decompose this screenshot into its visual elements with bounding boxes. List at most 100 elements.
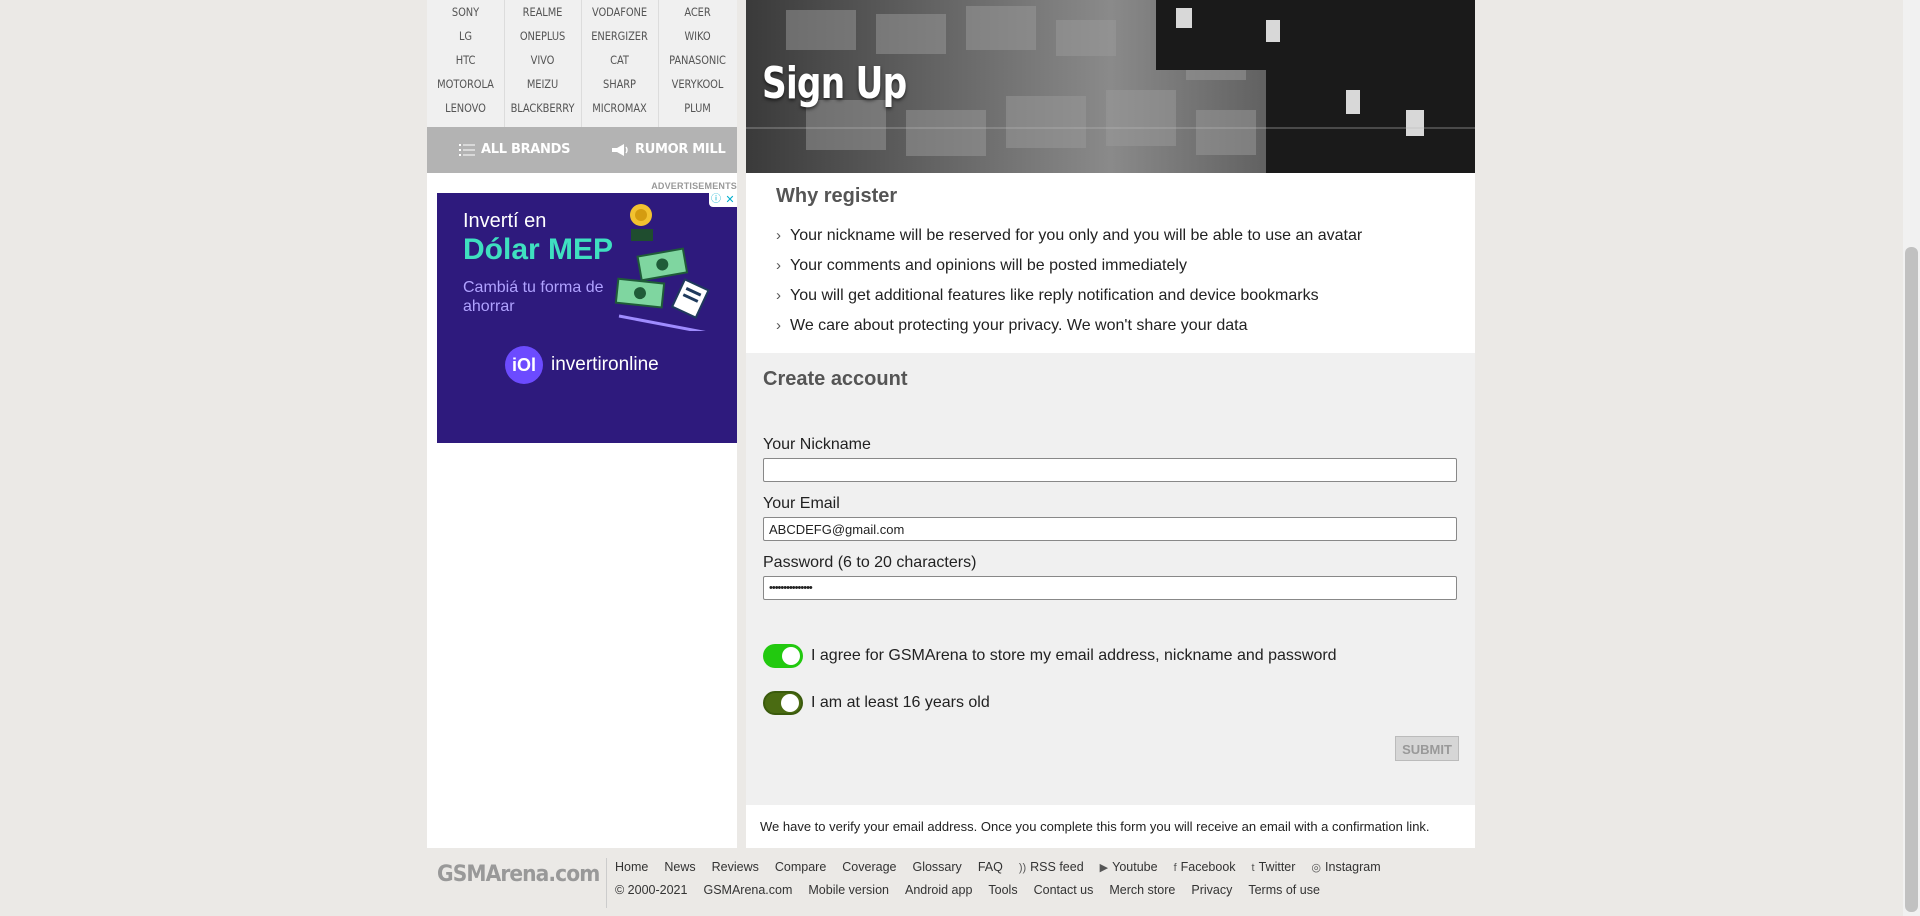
rumor-mill-button[interactable]: RUMOR MILL xyxy=(611,127,726,173)
brand-link[interactable]: SHARP xyxy=(586,72,652,96)
chevron-right-icon: › xyxy=(776,257,781,274)
footer-link-terms[interactable]: Terms of use xyxy=(1248,883,1320,897)
brand-link[interactable]: VIVO xyxy=(509,48,575,72)
main-content: Sign Up Why register › Your nickname will… xyxy=(746,0,1475,848)
advertisement-banner[interactable]: Invertí en Dólar MEP Cambiá tu forma de … xyxy=(437,193,737,443)
money-illustration xyxy=(614,204,710,331)
list-item-text: We care about protecting your privacy. W… xyxy=(790,317,1248,334)
toggle-knob xyxy=(782,647,800,665)
brand-link[interactable]: SONY xyxy=(432,0,498,24)
footer-divider xyxy=(606,858,607,908)
brand-link[interactable]: MICROMAX xyxy=(586,96,652,120)
footer-link-label: Instagram xyxy=(1325,860,1381,874)
footer-link-rss[interactable]: )) RSS feed xyxy=(1019,860,1084,874)
twitter-icon: t xyxy=(1251,862,1255,874)
list-item-text: Your comments and opinions will be poste… xyxy=(790,257,1187,274)
footer-link-gsmarena[interactable]: GSMArena.com xyxy=(703,883,792,897)
brand-link[interactable]: REALME xyxy=(509,0,575,24)
footer-link-android-app[interactable]: Android app xyxy=(905,883,972,897)
footer-link-faq[interactable]: FAQ xyxy=(978,860,1003,874)
footer-link-merch[interactable]: Merch store xyxy=(1109,883,1175,897)
nickname-label: Your Nickname xyxy=(763,436,871,453)
brand-link[interactable]: MOTOROLA xyxy=(432,72,498,96)
list-item-text: You will get additional features like re… xyxy=(790,287,1319,304)
why-register-section: Why register › Your nickname will be rese… xyxy=(746,173,1475,353)
footer-link-reviews[interactable]: Reviews xyxy=(712,860,759,874)
footer-link-home[interactable]: Home xyxy=(615,860,648,874)
footer-link-label: Facebook xyxy=(1180,860,1236,874)
hero-banner: Sign Up xyxy=(746,0,1475,173)
brand-column: SONY LG HTC MOTOROLA LENOVO xyxy=(427,0,505,127)
page-scrollbar[interactable] xyxy=(1903,0,1920,916)
footer-link-coverage[interactable]: Coverage xyxy=(842,860,896,874)
footer-link-compare[interactable]: Compare xyxy=(775,860,826,874)
why-register-title: Why register xyxy=(776,185,898,207)
copyright-text: © 2000-2021 xyxy=(615,883,688,897)
brand-link[interactable]: LG xyxy=(432,24,498,48)
rss-icon: )) xyxy=(1018,862,1027,874)
list-item: › Your nickname will be reserved for you … xyxy=(776,221,1362,251)
list-item-text: Your nickname will be reserved for you o… xyxy=(790,227,1363,244)
footer-link-mobile-version[interactable]: Mobile version xyxy=(808,883,889,897)
email-label: Your Email xyxy=(763,495,840,512)
list-item: › We care about protecting your privacy. … xyxy=(776,311,1362,341)
all-brands-button[interactable]: ALL BRANDS xyxy=(459,127,570,173)
footer-secondary-nav: © 2000-2021 GSMArena.com Mobile version … xyxy=(615,883,1320,897)
why-register-list: › Your nickname will be reserved for you … xyxy=(776,221,1362,341)
gsmarena-logo[interactable]: GSMArena.com xyxy=(437,862,600,887)
password-label: Password (6 to 20 characters) xyxy=(763,554,977,571)
ad-info-icon[interactable]: ⓘ xyxy=(709,193,723,207)
footer-link-youtube[interactable]: ▶ Youtube xyxy=(1100,860,1158,874)
brand-grid: SONY LG HTC MOTOROLA LENOVO REALME ONEPL… xyxy=(427,0,737,127)
footer-link-instagram[interactable]: ◎ Instagram xyxy=(1311,860,1380,874)
create-account-title: Create account xyxy=(763,368,908,390)
age-toggle[interactable] xyxy=(763,691,803,715)
brand-link[interactable]: ONEPLUS xyxy=(509,24,575,48)
ad-close-icon[interactable]: ✕ xyxy=(723,193,737,207)
ads-label: ADVERTISEMENTS xyxy=(651,181,737,191)
brand-column: VODAFONE ENERGIZER CAT SHARP MICROMAX xyxy=(581,0,659,127)
brand-link[interactable]: CAT xyxy=(586,48,652,72)
footer-link-tools[interactable]: Tools xyxy=(988,883,1017,897)
brand-link[interactable]: VODAFONE xyxy=(586,0,652,24)
email-input[interactable] xyxy=(763,517,1457,541)
brand-bar: ALL BRANDS RUMOR MILL xyxy=(427,127,737,173)
brand-link[interactable]: WIKO xyxy=(664,24,732,48)
age-toggle-row[interactable]: I am at least 16 years old xyxy=(763,690,990,716)
brand-link[interactable]: VERYKOOL xyxy=(664,72,732,96)
list-icon xyxy=(459,143,475,156)
chevron-right-icon: › xyxy=(776,287,781,304)
footer-nav: Home News Reviews Compare Coverage Gloss… xyxy=(615,860,1381,874)
brand-link[interactable]: PLUM xyxy=(664,96,732,120)
brand-link[interactable]: LENOVO xyxy=(432,96,498,120)
brand-link[interactable]: HTC xyxy=(432,48,498,72)
brand-link[interactable]: ACER xyxy=(664,0,732,24)
nickname-input[interactable] xyxy=(763,458,1457,482)
list-item: › Your comments and opinions will be post… xyxy=(776,251,1362,281)
ad-logo-text: invertironline xyxy=(551,354,659,375)
agree-toggle-row[interactable]: I agree for GSMArena to store my email a… xyxy=(763,643,1337,669)
brand-link[interactable]: BLACKBERRY xyxy=(509,96,575,120)
site-footer: GSMArena.com Home News Reviews Compare C… xyxy=(427,848,1475,916)
footer-link-facebook[interactable]: f Facebook xyxy=(1174,860,1236,874)
brand-link[interactable]: MEIZU xyxy=(509,72,575,96)
footer-link-contact[interactable]: Contact us xyxy=(1034,883,1094,897)
facebook-icon: f xyxy=(1173,862,1177,874)
agree-toggle[interactable] xyxy=(763,644,803,668)
footer-link-glossary[interactable]: Glossary xyxy=(912,860,961,874)
chevron-right-icon: › xyxy=(776,227,781,244)
ad-logo-mark: iOl xyxy=(505,346,543,384)
scrollbar-thumb[interactable] xyxy=(1905,247,1918,912)
password-input[interactable] xyxy=(763,576,1457,600)
footer-link-twitter[interactable]: t Twitter xyxy=(1252,860,1296,874)
footer-link-news[interactable]: News xyxy=(664,860,695,874)
brand-link[interactable]: PANASONIC xyxy=(664,48,732,72)
age-label: I am at least 16 years old xyxy=(811,694,990,711)
create-account-form: Create account Your Nickname Your Email … xyxy=(746,353,1475,805)
footer-link-privacy[interactable]: Privacy xyxy=(1191,883,1232,897)
submit-button[interactable]: SUBMIT xyxy=(1395,736,1459,761)
megaphone-icon xyxy=(612,143,628,156)
ad-brand-logo: iOl invertironline xyxy=(505,345,659,385)
brand-link[interactable]: ENERGIZER xyxy=(586,24,652,48)
toggle-knob xyxy=(781,694,799,712)
